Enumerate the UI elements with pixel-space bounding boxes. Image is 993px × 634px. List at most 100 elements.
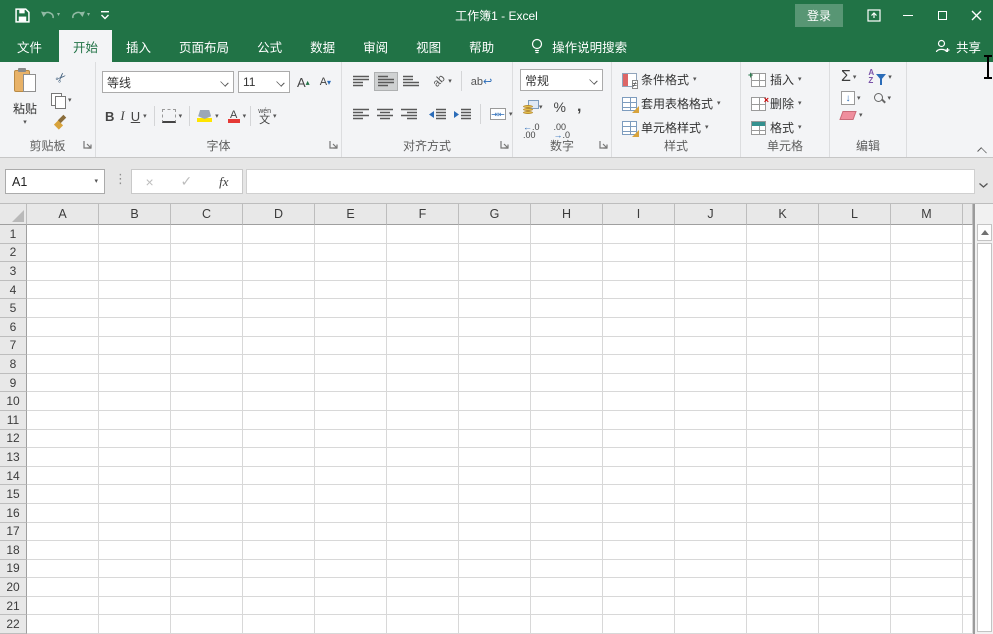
- cell-G11[interactable]: [459, 411, 531, 430]
- cell-F13[interactable]: [387, 448, 459, 467]
- cell-H18[interactable]: [531, 541, 603, 560]
- percent-style-button[interactable]: %: [551, 97, 569, 117]
- cell-K13[interactable]: [747, 448, 819, 467]
- cell-M7[interactable]: [891, 337, 963, 356]
- cell-K10[interactable]: [747, 392, 819, 411]
- cell-G8[interactable]: [459, 355, 531, 374]
- cell-L11[interactable]: [819, 411, 891, 430]
- cell-L17[interactable]: [819, 523, 891, 542]
- column-header-E[interactable]: E: [315, 204, 387, 225]
- number-dialog-launcher[interactable]: [599, 139, 609, 153]
- cell-I11[interactable]: [603, 411, 675, 430]
- cell-G17[interactable]: [459, 523, 531, 542]
- cell-B20[interactable]: [99, 578, 171, 597]
- cell-D15[interactable]: [243, 485, 315, 504]
- redo-button[interactable]: ▾: [67, 7, 93, 24]
- cell-J4[interactable]: [675, 281, 747, 300]
- cell-H3[interactable]: [531, 262, 603, 281]
- cell-J21[interactable]: [675, 597, 747, 616]
- cell-C2[interactable]: [171, 244, 243, 263]
- cell-F4[interactable]: [387, 281, 459, 300]
- cell-B9[interactable]: [99, 374, 171, 393]
- cell-F14[interactable]: [387, 467, 459, 486]
- cell-D7[interactable]: [243, 337, 315, 356]
- cell-L18[interactable]: [819, 541, 891, 560]
- cell-M1[interactable]: [891, 225, 963, 244]
- cell-I12[interactable]: [603, 430, 675, 449]
- cell-A1[interactable]: [27, 225, 99, 244]
- cell-G4[interactable]: [459, 281, 531, 300]
- cell-M5[interactable]: [891, 299, 963, 318]
- share-button[interactable]: 共享: [935, 30, 981, 62]
- enter-button[interactable]: ✓: [181, 173, 193, 190]
- fill-color-dropdown[interactable]: ▾: [215, 113, 219, 120]
- cell-M16[interactable]: [891, 504, 963, 523]
- name-box[interactable]: A1 ▾: [5, 169, 105, 194]
- cell-E22[interactable]: [315, 615, 387, 634]
- conditional-formatting-button[interactable]: 条件格式▾: [620, 68, 723, 91]
- column-header-H[interactable]: H: [531, 204, 603, 225]
- ribbon-display-options-button[interactable]: [857, 0, 891, 30]
- cell-L22[interactable]: [819, 615, 891, 634]
- cell-A15[interactable]: [27, 485, 99, 504]
- cell-H5[interactable]: [531, 299, 603, 318]
- cell-F17[interactable]: [387, 523, 459, 542]
- cell-B16[interactable]: [99, 504, 171, 523]
- underline-dropdown[interactable]: ▾: [143, 113, 147, 120]
- cell-K11[interactable]: [747, 411, 819, 430]
- formula-input[interactable]: [246, 169, 975, 194]
- cell-G2[interactable]: [459, 244, 531, 263]
- tab-help[interactable]: 帮助: [455, 30, 508, 62]
- cell-G3[interactable]: [459, 262, 531, 281]
- cell-C3[interactable]: [171, 262, 243, 281]
- cell-C19[interactable]: [171, 560, 243, 579]
- vertical-scrollbar[interactable]: [974, 204, 993, 634]
- row-header-21[interactable]: 21: [0, 597, 27, 616]
- tab-home[interactable]: 开始: [59, 30, 112, 62]
- cell-J2[interactable]: [675, 244, 747, 263]
- cell-K15[interactable]: [747, 485, 819, 504]
- cell-J14[interactable]: [675, 467, 747, 486]
- tab-file[interactable]: 文件: [0, 30, 59, 62]
- insert-cells-button[interactable]: +插入▾: [749, 68, 804, 91]
- cell-A6[interactable]: [27, 318, 99, 337]
- cell-A5[interactable]: [27, 299, 99, 318]
- cell-M12[interactable]: [891, 430, 963, 449]
- cell-M17[interactable]: [891, 523, 963, 542]
- cell-J9[interactable]: [675, 374, 747, 393]
- cell-A2[interactable]: [27, 244, 99, 263]
- cell-H12[interactable]: [531, 430, 603, 449]
- row-header-12[interactable]: 12: [0, 430, 27, 449]
- cell-styles-button[interactable]: 单元格样式▾: [620, 116, 723, 139]
- cell-D3[interactable]: [243, 262, 315, 281]
- cell-M19[interactable]: [891, 560, 963, 579]
- cell-D12[interactable]: [243, 430, 315, 449]
- cell-H17[interactable]: [531, 523, 603, 542]
- cell-J17[interactable]: [675, 523, 747, 542]
- cell-J20[interactable]: [675, 578, 747, 597]
- cell-G15[interactable]: [459, 485, 531, 504]
- cell-L14[interactable]: [819, 467, 891, 486]
- cell-K7[interactable]: [747, 337, 819, 356]
- cell-D1[interactable]: [243, 225, 315, 244]
- cell-L7[interactable]: [819, 337, 891, 356]
- cell-K8[interactable]: [747, 355, 819, 374]
- cell-F19[interactable]: [387, 560, 459, 579]
- cell-F15[interactable]: [387, 485, 459, 504]
- align-left-button[interactable]: [350, 106, 372, 123]
- cell-I1[interactable]: [603, 225, 675, 244]
- cell-A19[interactable]: [27, 560, 99, 579]
- cell-J12[interactable]: [675, 430, 747, 449]
- tab-review[interactable]: 审阅: [349, 30, 402, 62]
- bold-button[interactable]: B: [102, 107, 117, 126]
- cell-D4[interactable]: [243, 281, 315, 300]
- cell-L13[interactable]: [819, 448, 891, 467]
- cell-C16[interactable]: [171, 504, 243, 523]
- cell-K6[interactable]: [747, 318, 819, 337]
- fill-button[interactable]: ↓▾: [838, 89, 864, 107]
- cell-G18[interactable]: [459, 541, 531, 560]
- cell-M10[interactable]: [891, 392, 963, 411]
- cell-D20[interactable]: [243, 578, 315, 597]
- minimize-button[interactable]: [891, 0, 925, 30]
- cell-B13[interactable]: [99, 448, 171, 467]
